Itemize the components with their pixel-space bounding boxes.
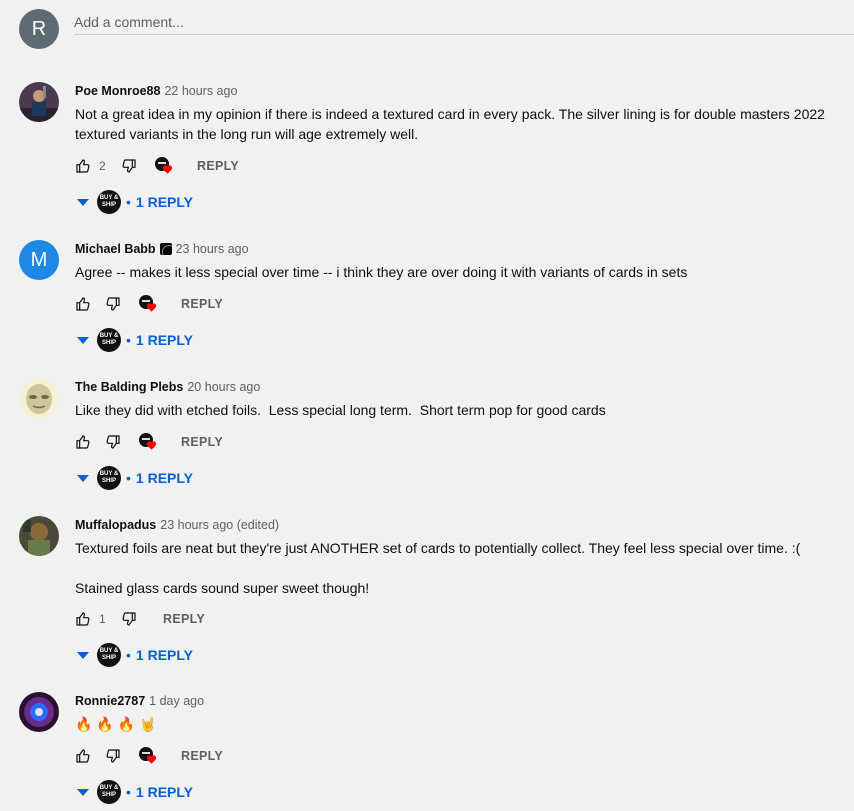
- timestamp[interactable]: 22 hours ago: [164, 84, 237, 98]
- view-replies-button[interactable]: BUY & SHIP • 1 REPLY: [75, 779, 193, 805]
- channel-avatar: BUY & SHIP: [97, 643, 121, 667]
- like-icon[interactable]: [75, 158, 91, 174]
- view-replies-button[interactable]: BUY & SHIP • 1 REPLY: [75, 642, 193, 668]
- channel-avatar: BUY & SHIP: [97, 190, 121, 214]
- comment-header: Muffalopadus 23 hours ago (edited): [75, 518, 279, 532]
- replies-count-label: 1 REPLY: [135, 470, 193, 486]
- replies-count-label: 1 REPLY: [135, 332, 193, 348]
- reply-button[interactable]: REPLY: [181, 297, 223, 311]
- avatar[interactable]: [19, 516, 59, 556]
- avatar[interactable]: [19, 82, 59, 122]
- like-count: 1: [99, 612, 106, 626]
- author-name[interactable]: Ronnie2787: [75, 694, 145, 708]
- reply-button[interactable]: REPLY: [181, 749, 223, 763]
- expand-triangle-icon: [77, 198, 89, 206]
- expand-triangle-icon: [77, 336, 89, 344]
- reply-button[interactable]: REPLY: [197, 159, 239, 173]
- comment-text: Agree -- makes it less special over time…: [75, 262, 835, 282]
- creator-heart-icon: [139, 295, 157, 313]
- channel-avatar: BUY & SHIP: [97, 780, 121, 804]
- comment-actions: REPLY: [75, 746, 223, 766]
- dislike-icon[interactable]: [121, 158, 137, 174]
- creator-heart-icon: [139, 433, 157, 451]
- comment-paragraph: Agree -- makes it less special over time…: [75, 264, 688, 280]
- channel-avatar: BUY & SHIP: [97, 466, 121, 490]
- view-replies-button[interactable]: BUY & SHIP • 1 REPLY: [75, 327, 193, 353]
- timestamp[interactable]: 23 hours ago: [176, 242, 249, 256]
- author-name[interactable]: Muffalopadus: [75, 518, 156, 532]
- reply-button[interactable]: REPLY: [163, 612, 205, 626]
- comment-actions: 2 REPLY: [75, 156, 239, 176]
- avatar[interactable]: [19, 692, 59, 732]
- expand-triangle-icon: [77, 474, 89, 482]
- creator-heart-icon: [139, 747, 157, 765]
- comment-text: Not a great idea in my opinion if there …: [75, 104, 835, 144]
- creator-heart-icon: [155, 157, 173, 175]
- view-replies-button[interactable]: BUY & SHIP • 1 REPLY: [75, 465, 193, 491]
- expand-triangle-icon: [77, 651, 89, 659]
- view-replies-button[interactable]: BUY & SHIP • 1 REPLY: [75, 189, 193, 215]
- dislike-icon[interactable]: [121, 611, 137, 627]
- like-icon[interactable]: [75, 611, 91, 627]
- author-name[interactable]: Michael Babb: [75, 242, 156, 256]
- current-user-avatar: R: [19, 9, 59, 49]
- comment-paragraph: Like they did with etched foils. Less sp…: [75, 402, 606, 418]
- like-count: 2: [99, 159, 106, 173]
- like-icon[interactable]: [75, 296, 91, 312]
- comment-header: Ronnie2787 1 day ago: [75, 694, 204, 708]
- comment-text: Like they did with etched foils. Less sp…: [75, 400, 835, 420]
- comment-text: 🔥 🔥 🔥 🤘: [75, 714, 835, 734]
- author-name[interactable]: Poe Monroe88: [75, 84, 160, 98]
- author-name[interactable]: The Balding Plebs: [75, 380, 183, 394]
- timestamp[interactable]: 20 hours ago: [187, 380, 260, 394]
- channel-avatar: BUY & SHIP: [97, 328, 121, 352]
- dislike-icon[interactable]: [105, 434, 121, 450]
- replies-count-label: 1 REPLY: [135, 647, 193, 663]
- replies-count-label: 1 REPLY: [135, 194, 193, 210]
- comment-paragraph: Textured foils are neat but they're just…: [75, 540, 801, 556]
- comment-input[interactable]: [74, 10, 854, 35]
- comment-actions: 1 REPLY: [75, 609, 205, 629]
- dislike-icon[interactable]: [105, 748, 121, 764]
- comment-paragraph: Not a great idea in my opinion if there …: [75, 106, 825, 142]
- replies-count-label: 1 REPLY: [135, 784, 193, 800]
- avatar[interactable]: [19, 378, 59, 418]
- add-comment-bar: R: [0, 0, 854, 60]
- timestamp[interactable]: 23 hours ago (edited): [160, 518, 279, 532]
- comment-actions: REPLY: [75, 294, 223, 314]
- expand-triangle-icon: [77, 788, 89, 796]
- like-icon[interactable]: [75, 748, 91, 764]
- comment-paragraph: 🔥 🔥 🔥 🤘: [75, 716, 157, 732]
- comment-paragraph: Stained glass cards sound super sweet th…: [75, 580, 370, 596]
- dislike-icon[interactable]: [105, 296, 121, 312]
- comment-header: The Balding Plebs 20 hours ago: [75, 380, 260, 394]
- reply-button[interactable]: REPLY: [181, 435, 223, 449]
- comment-header: Poe Monroe88 22 hours ago: [75, 84, 237, 98]
- timestamp[interactable]: 1 day ago: [149, 694, 204, 708]
- like-icon[interactable]: [75, 434, 91, 450]
- avatar[interactable]: M: [19, 240, 59, 280]
- comment-paragraph: [75, 558, 835, 578]
- comment-header: Michael Babb 23 hours ago: [75, 242, 249, 256]
- user-badge-icon: [159, 243, 172, 255]
- comment-text: Textured foils are neat but they're just…: [75, 538, 835, 598]
- comment-actions: REPLY: [75, 432, 223, 452]
